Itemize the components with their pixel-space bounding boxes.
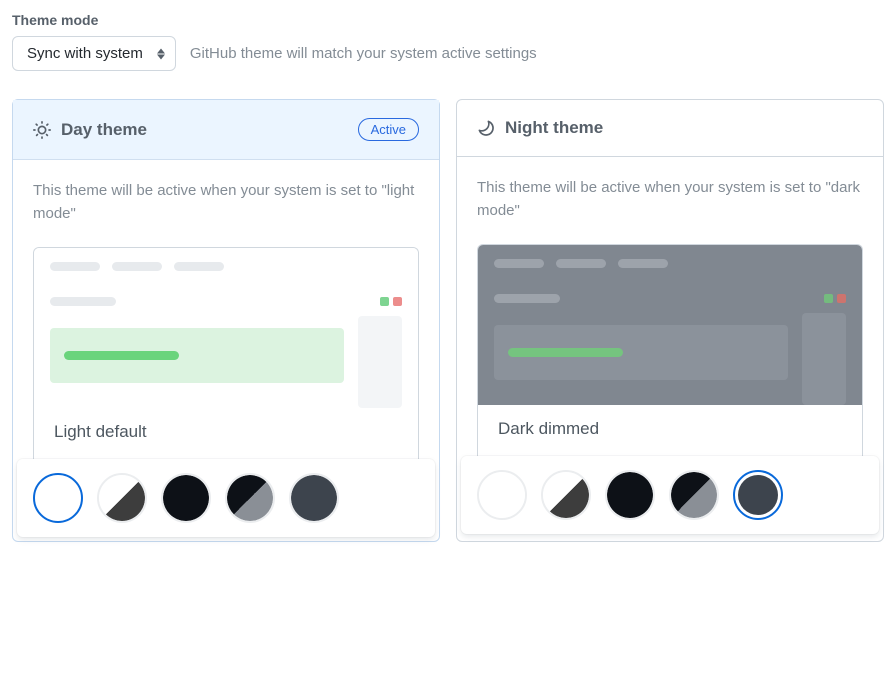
theme-mode-help: GitHub theme will match your system acti… bbox=[190, 45, 537, 62]
night-swatch-light-default[interactable] bbox=[477, 470, 527, 520]
theme-mode-row: Sync with system GitHub theme will match… bbox=[12, 36, 884, 71]
day-swatch-strip bbox=[17, 459, 435, 537]
night-theme-header: Night theme bbox=[457, 100, 883, 157]
sun-icon bbox=[33, 121, 51, 139]
night-theme-body: This theme will be active when your syst… bbox=[457, 157, 883, 460]
select-caret-icon bbox=[157, 48, 165, 59]
theme-mode-label: Theme mode bbox=[12, 12, 884, 28]
day-theme-desc: This theme will be active when your syst… bbox=[33, 180, 419, 225]
day-theme-header: Day theme Active bbox=[13, 100, 439, 160]
night-swatch-dark-default[interactable] bbox=[605, 470, 655, 520]
night-swatch-dark-high-contrast[interactable] bbox=[669, 470, 719, 520]
day-swatch-light-default[interactable] bbox=[33, 473, 83, 523]
night-swatch-dark-dimmed[interactable] bbox=[733, 470, 783, 520]
theme-mode-value: Sync with system bbox=[27, 45, 143, 62]
active-badge: Active bbox=[358, 118, 419, 141]
night-swatch-strip bbox=[461, 456, 879, 534]
day-theme-title: Day theme bbox=[61, 120, 348, 140]
moon-icon bbox=[477, 119, 495, 137]
night-selected-theme-name: Dark dimmed bbox=[477, 405, 863, 460]
day-theme-body: This theme will be active when your syst… bbox=[13, 160, 439, 463]
day-swatch-dark-default[interactable] bbox=[161, 473, 211, 523]
day-selected-theme-name: Light default bbox=[33, 408, 419, 463]
day-swatch-light-high-contrast[interactable] bbox=[97, 473, 147, 523]
night-theme-card: Night theme This theme will be active wh… bbox=[456, 99, 884, 542]
night-theme-preview bbox=[477, 244, 863, 405]
theme-mode-select[interactable]: Sync with system bbox=[12, 36, 176, 71]
day-theme-card: Day theme Active This theme will be acti… bbox=[12, 99, 440, 542]
day-swatch-dark-dimmed[interactable] bbox=[289, 473, 339, 523]
day-theme-preview bbox=[33, 247, 419, 408]
night-theme-desc: This theme will be active when your syst… bbox=[477, 177, 863, 222]
night-swatch-light-high-contrast[interactable] bbox=[541, 470, 591, 520]
night-theme-title: Night theme bbox=[505, 118, 863, 138]
day-swatch-dark-high-contrast[interactable] bbox=[225, 473, 275, 523]
